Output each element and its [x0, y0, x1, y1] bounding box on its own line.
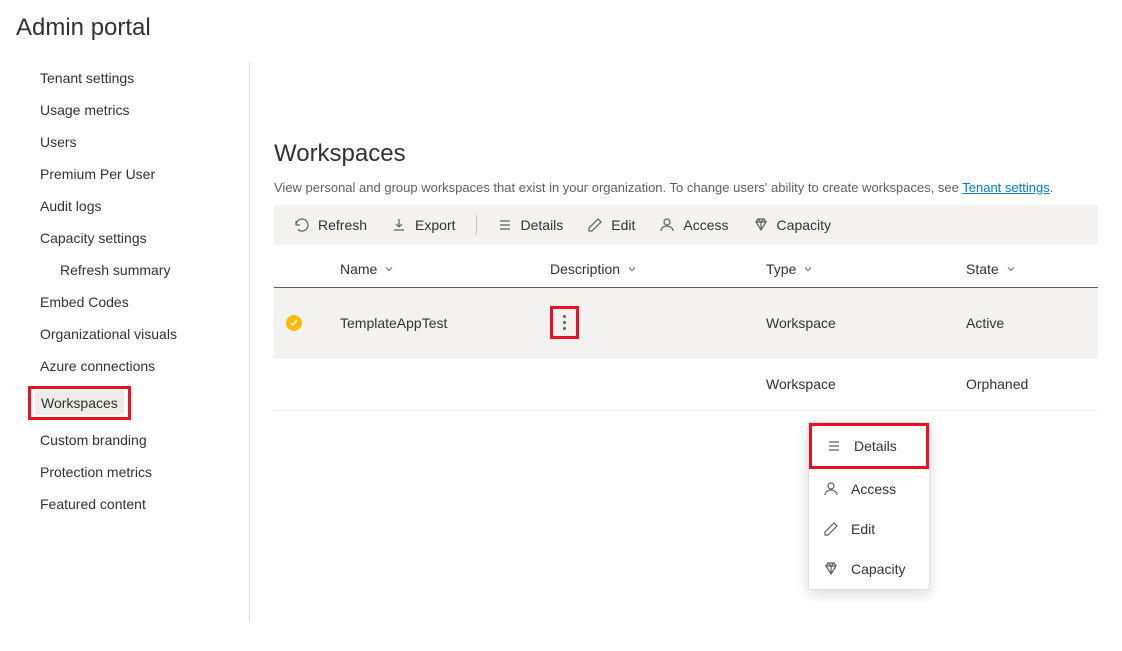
chevron-down-icon — [802, 263, 814, 275]
sidebar-item-featured-content[interactable]: Featured content — [0, 488, 249, 520]
edit-button[interactable]: Edit — [577, 213, 645, 237]
context-access-label: Access — [851, 481, 896, 497]
subtext-text: View personal and group workspaces that … — [274, 180, 962, 195]
export-button[interactable]: Export — [381, 213, 465, 237]
main-content: Workspaces View personal and group works… — [250, 62, 1122, 622]
chevron-down-icon — [1005, 263, 1017, 275]
person-icon — [659, 217, 675, 233]
context-capacity-label: Capacity — [851, 561, 905, 577]
sidebar-item-workspaces[interactable]: Workspaces — [35, 391, 124, 415]
table-row[interactable]: Workspace Orphaned — [274, 358, 1098, 411]
refresh-label: Refresh — [318, 217, 367, 233]
context-edit-label: Edit — [851, 521, 875, 537]
sidebar-item-custom-branding[interactable]: Custom branding — [0, 424, 249, 456]
column-type-label: Type — [766, 261, 796, 277]
sidebar-item-azure-connections[interactable]: Azure connections — [0, 350, 249, 382]
diamond-icon — [753, 217, 769, 233]
cell-type: Workspace — [766, 315, 966, 331]
column-header-name[interactable]: Name — [340, 261, 550, 277]
column-header-state[interactable]: State — [966, 261, 1086, 277]
access-label: Access — [683, 217, 728, 233]
cell-name: TemplateAppTest — [340, 315, 550, 331]
sidebar: Tenant settings Usage metrics Users Prem… — [0, 62, 250, 622]
toolbar-separator — [476, 215, 477, 235]
sidebar-item-users[interactable]: Users — [0, 126, 249, 158]
capacity-label: Capacity — [777, 217, 831, 233]
main-heading: Workspaces — [274, 62, 1098, 180]
cell-state: Orphaned — [966, 376, 1086, 392]
refresh-icon — [294, 217, 310, 233]
sidebar-item-protection-metrics[interactable]: Protection metrics — [0, 456, 249, 488]
context-item-edit[interactable]: Edit — [809, 509, 929, 549]
pencil-icon — [823, 521, 839, 537]
table-row[interactable]: TemplateAppTest Workspace Active — [274, 288, 1098, 358]
sidebar-item-audit-logs[interactable]: Audit logs — [0, 190, 249, 222]
grid-header: Name Description Type State — [274, 245, 1098, 288]
diamond-icon — [823, 561, 839, 577]
column-description-label: Description — [550, 261, 620, 277]
column-state-label: State — [966, 261, 999, 277]
check-icon — [286, 315, 302, 331]
sidebar-item-refresh-summary[interactable]: Refresh summary — [0, 254, 249, 286]
list-icon — [497, 217, 513, 233]
column-header-type[interactable]: Type — [766, 261, 966, 277]
export-label: Export — [415, 217, 455, 233]
layout: Tenant settings Usage metrics Users Prem… — [0, 62, 1122, 622]
column-header-description[interactable]: Description — [550, 261, 766, 277]
context-item-access[interactable]: Access — [809, 469, 929, 509]
chevron-down-icon — [626, 263, 638, 275]
tenant-settings-link[interactable]: Tenant settings — [962, 180, 1049, 195]
context-item-details[interactable]: Details — [812, 426, 926, 466]
highlight-annotation-sidebar: Workspaces — [28, 386, 131, 420]
access-button[interactable]: Access — [649, 213, 738, 237]
highlight-annotation-more — [550, 306, 579, 339]
context-menu: Details Access Edit Capacity — [808, 422, 930, 590]
details-label: Details — [521, 217, 564, 233]
sidebar-item-embed-codes[interactable]: Embed Codes — [0, 286, 249, 318]
capacity-button[interactable]: Capacity — [743, 213, 841, 237]
column-name-label: Name — [340, 261, 377, 277]
context-item-capacity[interactable]: Capacity — [809, 549, 929, 589]
cell-type: Workspace — [766, 376, 966, 392]
page-title: Admin portal — [0, 0, 1122, 42]
sidebar-item-tenant-settings[interactable]: Tenant settings — [0, 62, 249, 94]
download-icon — [391, 217, 407, 233]
highlight-annotation-details: Details — [809, 423, 929, 469]
toolbar: Refresh Export Details Edit Access Cap — [274, 205, 1098, 245]
sidebar-item-organizational-visuals[interactable]: Organizational visuals — [0, 318, 249, 350]
main-subtext: View personal and group workspaces that … — [274, 180, 1098, 205]
context-details-label: Details — [854, 438, 897, 454]
sidebar-item-usage-metrics[interactable]: Usage metrics — [0, 94, 249, 126]
sidebar-item-premium-per-user[interactable]: Premium Per User — [0, 158, 249, 190]
list-icon — [826, 438, 842, 454]
cell-state: Active — [966, 315, 1086, 331]
subtext-period: . — [1050, 180, 1054, 195]
more-options-button[interactable] — [563, 315, 566, 330]
sidebar-item-capacity-settings[interactable]: Capacity settings — [0, 222, 249, 254]
edit-label: Edit — [611, 217, 635, 233]
cell-description — [550, 306, 766, 339]
details-button[interactable]: Details — [487, 213, 574, 237]
pencil-icon — [587, 217, 603, 233]
refresh-button[interactable]: Refresh — [284, 213, 377, 237]
chevron-down-icon — [383, 263, 395, 275]
person-icon — [823, 481, 839, 497]
